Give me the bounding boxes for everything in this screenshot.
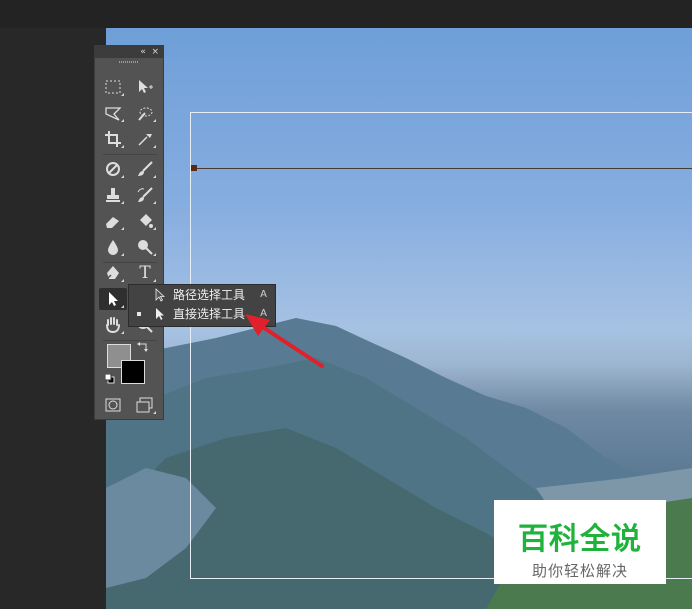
watermark-title: 百科全说 [518, 522, 642, 557]
eraser-icon [106, 217, 119, 228]
path-selection-tool[interactable] [99, 288, 127, 310]
tools-panel-header[interactable]: « × [95, 46, 163, 58]
screen-mode-icon [136, 397, 153, 413]
brush-icon [138, 161, 153, 176]
eraser-tool[interactable] [99, 210, 127, 232]
screen-mode-button[interactable] [131, 394, 159, 416]
flyout-item-path-selection[interactable]: 路径选择工具 A [129, 286, 275, 304]
background-color-swatch[interactable] [121, 360, 145, 384]
hand-icon [106, 317, 120, 334]
collapse-icon[interactable]: « [140, 47, 146, 57]
blur-tool[interactable] [99, 236, 127, 258]
clone-stamp-tool[interactable] [99, 184, 127, 206]
pen-tool[interactable] [99, 262, 127, 284]
quick-select-tool[interactable] [131, 102, 159, 124]
tools-panel: « × T [94, 45, 164, 420]
flyout-item-label: 路径选择工具 [173, 288, 246, 302]
quick-select-icon [138, 107, 153, 121]
lasso-tool[interactable] [99, 102, 127, 124]
flyout-item-shortcut: A [260, 308, 267, 319]
blur-icon [108, 240, 118, 255]
selected-indicator-icon [137, 312, 141, 316]
top-bar [0, 0, 692, 28]
watermark: 百科全说 助你轻松解决 [494, 500, 666, 584]
type-icon: T [139, 263, 151, 283]
tool-separator [103, 340, 157, 341]
brush-tool[interactable] [131, 158, 159, 180]
rect-marquee-icon [105, 80, 121, 94]
move-icon [139, 80, 153, 93]
path-select-icon [109, 292, 118, 306]
dodge-icon [138, 240, 153, 255]
paint-bucket-tool[interactable] [131, 210, 159, 232]
tool-flyout-menu: 路径选择工具 A 直接选择工具 A [128, 284, 276, 327]
path-segment [194, 168, 692, 169]
close-icon[interactable]: × [151, 47, 159, 57]
watermark-subtitle: 助你轻松解决 [531, 562, 628, 580]
swap-colors-icon[interactable] [137, 342, 149, 352]
tool-separator [103, 154, 157, 155]
direct-select-icon [156, 308, 164, 320]
eyedropper-icon [138, 134, 152, 146]
clone-stamp-icon [106, 188, 120, 202]
move-tool[interactable] [131, 76, 159, 98]
crop-icon [105, 131, 121, 147]
quick-mask-icon [105, 398, 121, 412]
crop-tool[interactable] [99, 128, 127, 150]
eyedropper-tool[interactable] [131, 128, 159, 150]
hand-tool[interactable] [99, 314, 127, 336]
rect-marquee-tool[interactable] [99, 76, 127, 98]
healing-brush-icon [106, 162, 120, 176]
healing-brush-tool[interactable] [99, 158, 127, 180]
dodge-tool[interactable] [131, 236, 159, 258]
type-tool[interactable]: T [131, 262, 159, 284]
flyout-item-shortcut: A [260, 289, 267, 300]
history-brush-icon [137, 187, 153, 202]
panel-grip[interactable] [95, 58, 163, 66]
pen-icon [105, 266, 119, 281]
default-colors-icon[interactable] [105, 374, 115, 384]
flyout-item-label: 直接选择工具 [173, 307, 246, 321]
paint-bucket-icon [140, 214, 153, 228]
flyout-item-direct-selection[interactable]: 直接选择工具 A [129, 305, 275, 323]
path-select-icon [155, 288, 166, 302]
lasso-icon [105, 107, 122, 121]
anchor-point[interactable] [191, 165, 197, 171]
history-brush-tool[interactable] [131, 184, 159, 206]
quick-mask-button[interactable] [99, 394, 127, 416]
